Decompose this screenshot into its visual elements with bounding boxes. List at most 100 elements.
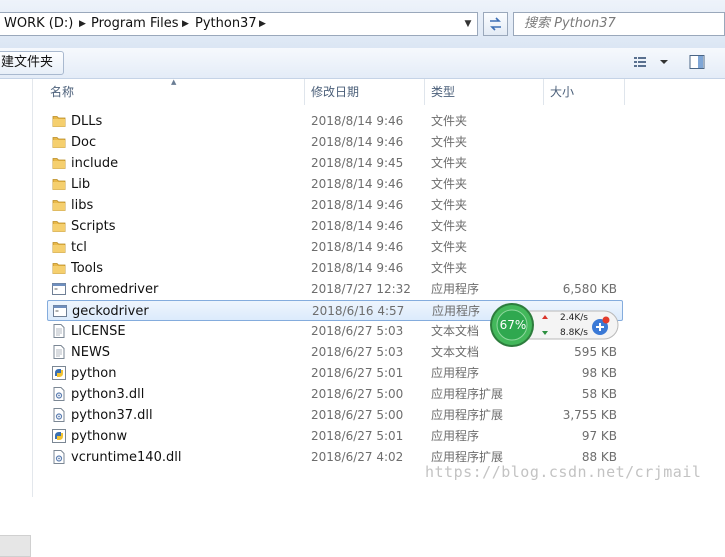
file-name: tcl <box>71 240 87 255</box>
file-row[interactable]: python37.dll 2018/6/27 5:00 应用程序扩展 3,755 KB <box>47 405 623 426</box>
folder-icon <box>51 155 67 171</box>
file-row[interactable]: DLLs 2018/8/14 9:46 文件夹 <box>47 111 623 132</box>
file-row[interactable]: include 2018/8/14 9:45 文件夹 <box>47 153 623 174</box>
file-date: 2018/8/14 9:46 <box>311 114 404 128</box>
breadcrumb-program-files[interactable]: Program Files <box>91 13 179 35</box>
file-date: 2018/8/14 9:46 <box>311 240 404 254</box>
refresh-button[interactable] <box>483 12 508 36</box>
file-name: python37.dll <box>71 408 153 423</box>
navigation-pane[interactable] <box>0 79 33 557</box>
column-divider[interactable] <box>304 79 305 105</box>
file-type: 文件夹 <box>431 198 468 212</box>
breadcrumb-python37[interactable]: Python37 <box>195 13 257 35</box>
view-list-icon <box>634 57 668 67</box>
column-header-date[interactable]: 修改日期 <box>311 79 359 105</box>
file-name: vcruntime140.dll <box>71 450 182 465</box>
python-icon <box>51 428 67 444</box>
breadcrumb-chevron-icon[interactable]: ▶ <box>182 13 189 35</box>
file-type: 应用程序扩展 <box>431 408 504 422</box>
exe-icon <box>51 281 67 297</box>
change-view-button[interactable] <box>632 54 672 70</box>
preview-pane-button[interactable] <box>688 54 706 70</box>
file-type: 文件夹 <box>431 177 468 191</box>
file-type: 应用程序 <box>431 429 480 443</box>
search-placeholder: 搜索 Python37 <box>524 16 616 31</box>
column-divider[interactable] <box>424 79 425 105</box>
column-divider[interactable] <box>624 79 625 105</box>
file-date: 2018/8/14 9:46 <box>311 135 404 149</box>
preview-pane-icon <box>689 55 705 69</box>
file-name: python3.dll <box>71 387 145 402</box>
python-icon <box>51 365 67 381</box>
file-row[interactable]: Doc 2018/8/14 9:46 文件夹 <box>47 132 623 153</box>
file-row[interactable]: Tools 2018/8/14 9:46 文件夹 <box>47 258 623 279</box>
file-row[interactable]: libs 2018/8/14 9:46 文件夹 <box>47 195 623 216</box>
refresh-icon <box>490 17 501 31</box>
file-name: python <box>71 366 117 381</box>
address-breadcrumb[interactable]: WORK (D:) ▶ Program Files ▶ Python37 ▶ ▼ <box>0 12 478 36</box>
exe-icon <box>52 303 68 319</box>
folder-icon <box>51 134 67 150</box>
file-list: ▲ 名称 修改日期 类型 大小 DLLs 2018/8/14 9:46 文件夹 Doc… <box>33 78 725 497</box>
file-row[interactable]: python 2018/6/27 5:01 应用程序 98 KB <box>47 363 623 384</box>
breadcrumb-chevron-icon[interactable]: ▶ <box>259 13 266 35</box>
widget-percent: 67% <box>499 318 527 332</box>
file-name: chromedriver <box>71 282 159 297</box>
file-type: 应用程序 <box>431 282 480 296</box>
column-header-type[interactable]: 类型 <box>431 79 455 105</box>
file-size: 6,580 KB <box>562 282 617 296</box>
column-header-name[interactable]: 名称 <box>50 79 74 105</box>
file-type: 应用程序 <box>432 304 481 318</box>
command-bar: 建文件夹 <box>0 48 725 79</box>
widget-download-speed: 8.8K/s <box>560 328 588 338</box>
navigation-pane-item[interactable] <box>0 535 31 557</box>
watermark-text: https://blog.csdn.net/crjmail <box>425 463 702 481</box>
file-date: 2018/6/27 5:01 <box>311 429 404 443</box>
folder-icon <box>51 113 67 129</box>
file-date: 2018/8/14 9:46 <box>311 219 404 233</box>
file-name: Lib <box>71 177 91 192</box>
folder-icon <box>51 239 67 255</box>
file-date: 2018/8/14 9:46 <box>311 177 404 191</box>
file-date: 2018/6/27 5:01 <box>311 366 404 380</box>
folder-icon <box>51 197 67 213</box>
file-row[interactable]: tcl 2018/8/14 9:46 文件夹 <box>47 237 623 258</box>
file-name: geckodriver <box>72 304 149 319</box>
file-date: 2018/8/14 9:45 <box>311 156 404 170</box>
file-date: 2018/6/27 4:02 <box>311 450 404 464</box>
text-file-icon <box>51 323 67 339</box>
file-row[interactable]: chromedriver 2018/7/27 12:32 应用程序 6,580 KB <box>47 279 623 300</box>
file-size: 3,755 KB <box>562 408 617 422</box>
column-header-size[interactable]: 大小 <box>550 79 574 105</box>
file-row[interactable]: Scripts 2018/8/14 9:46 文件夹 <box>47 216 623 237</box>
file-row[interactable]: Lib 2018/8/14 9:46 文件夹 <box>47 174 623 195</box>
file-type: 文本文档 <box>431 324 480 338</box>
file-type: 文件夹 <box>431 240 468 254</box>
file-date: 2018/6/27 5:00 <box>311 387 404 401</box>
folder-icon <box>51 176 67 192</box>
file-name: Doc <box>71 135 97 150</box>
file-type: 文件夹 <box>431 135 468 149</box>
file-name: pythonw <box>71 429 128 444</box>
file-type: 应用程序扩展 <box>431 387 504 401</box>
breadcrumb-drive[interactable]: WORK (D:) <box>4 13 73 35</box>
dll-icon <box>51 449 67 465</box>
text-file-icon <box>51 344 67 360</box>
search-box[interactable]: 搜索 Python37 <box>513 12 725 36</box>
file-size: 58 KB <box>581 387 617 401</box>
column-divider[interactable] <box>543 79 544 105</box>
file-name: LICENSE <box>71 324 126 339</box>
file-size: 97 KB <box>581 429 617 443</box>
new-folder-button[interactable]: 建文件夹 <box>0 51 65 75</box>
file-row[interactable]: pythonw 2018/6/27 5:01 应用程序 97 KB <box>47 426 623 447</box>
network-speed-widget[interactable]: 67% 2.4K/s 8.8K/s <box>490 302 620 348</box>
file-name: Scripts <box>71 219 116 234</box>
widget-upload-speed: 2.4K/s <box>560 313 588 323</box>
address-history-dropdown-icon[interactable]: ▼ <box>461 13 475 35</box>
file-type: 文件夹 <box>431 261 468 275</box>
file-date: 2018/6/27 5:03 <box>311 324 404 338</box>
file-row[interactable]: python3.dll 2018/6/27 5:00 应用程序扩展 58 KB <box>47 384 623 405</box>
file-type: 应用程序 <box>431 366 480 380</box>
file-name: DLLs <box>71 114 103 129</box>
breadcrumb-chevron-icon[interactable]: ▶ <box>79 13 86 35</box>
